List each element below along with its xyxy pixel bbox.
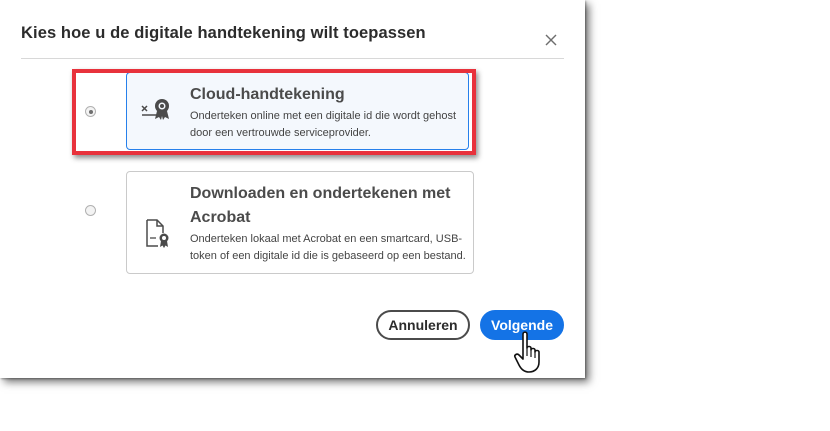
option-cloud-signature[interactable]: Cloud-handtekening Onderteken online met… [126, 72, 469, 150]
option-title: Cloud-handtekening [190, 86, 345, 103]
option-download-acrobat[interactable]: Downloaden en ondertekenen met Acrobat O… [126, 171, 474, 274]
radio-download-acrobat[interactable] [85, 205, 96, 216]
radio-cloud-signature[interactable] [85, 106, 96, 117]
option-description: Onderteken lokaal met Acrobat en een sma… [190, 233, 466, 262]
signature-dialog: Kies hoe u de digitale handtekening wilt… [0, 0, 585, 378]
cloud-signature-icon [141, 97, 175, 128]
hand-cursor-icon [513, 330, 547, 379]
cancel-button[interactable]: Annuleren [376, 310, 470, 340]
dialog-title: Kies hoe u de digitale handtekening wilt… [21, 24, 426, 42]
certificate-document-icon [145, 219, 171, 254]
option-description: Onderteken online met een digitale id di… [190, 110, 457, 139]
title-divider [21, 58, 564, 59]
option-title: Downloaden en ondertekenen met Acrobat [190, 185, 451, 226]
close-icon[interactable] [541, 30, 561, 50]
